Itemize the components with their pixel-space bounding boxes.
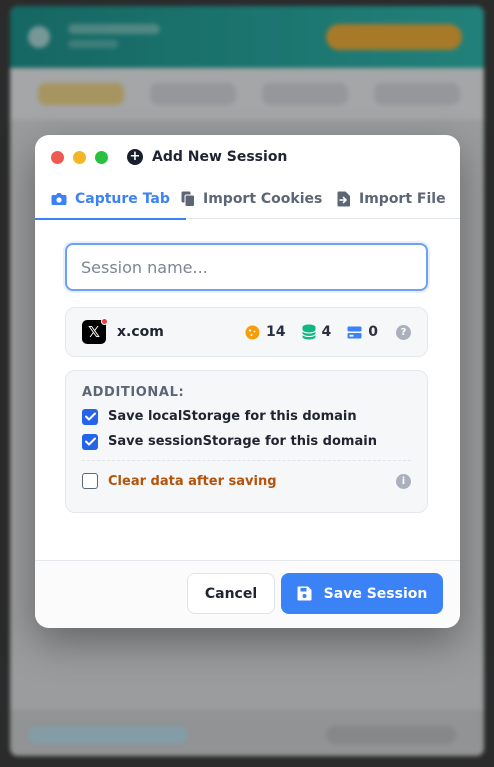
cookie-icon bbox=[245, 325, 260, 339]
server-icon bbox=[347, 326, 362, 338]
cancel-button[interactable]: Cancel bbox=[187, 573, 275, 614]
session-storage-stat: 0 bbox=[347, 324, 378, 340]
checkmark-icon bbox=[84, 412, 96, 421]
clear-data-option[interactable]: Clear data after saving i bbox=[82, 473, 411, 489]
file-import-icon bbox=[337, 191, 350, 207]
domain-name: x.com bbox=[117, 324, 164, 340]
add-session-modal: + Add New Session Capture Tab Import Coo… bbox=[35, 135, 460, 628]
clear-data-checkbox[interactable] bbox=[82, 473, 98, 489]
copy-icon bbox=[181, 191, 195, 207]
save-button-label: Save Session bbox=[323, 585, 428, 602]
modal-footer: Cancel Save Session bbox=[35, 560, 460, 628]
save-session-button[interactable]: Save Session bbox=[281, 573, 443, 614]
session-name-input[interactable] bbox=[65, 243, 428, 291]
cookies-count: 14 bbox=[266, 324, 286, 340]
modal-tabs: Capture Tab Import Cookies Import File bbox=[35, 179, 460, 220]
checkmark-icon bbox=[84, 437, 96, 446]
tab-label: Import File bbox=[359, 191, 446, 207]
additional-options: ADDITIONAL: Save localStorage for this d… bbox=[65, 370, 428, 513]
domain-card: 𝕏 x.com 14 4 0 ? bbox=[65, 307, 428, 357]
modal-body: 𝕏 x.com 14 4 0 ? ADDITIONAL: Save bbox=[35, 243, 460, 513]
tab-import-file[interactable]: Import File bbox=[337, 179, 446, 219]
notification-badge bbox=[101, 318, 108, 325]
plus-icon: + bbox=[127, 149, 143, 165]
close-window-dot[interactable] bbox=[51, 150, 64, 164]
session-storage-count: 0 bbox=[368, 324, 378, 340]
clear-data-label: Clear data after saving bbox=[108, 473, 277, 489]
info-icon[interactable]: i bbox=[396, 473, 411, 489]
save-localstorage-option[interactable]: Save localStorage for this domain bbox=[82, 408, 411, 425]
option-label: Save localStorage for this domain bbox=[108, 409, 357, 424]
local-storage-count: 4 bbox=[321, 324, 332, 340]
tab-import-cookies[interactable]: Import Cookies bbox=[181, 179, 322, 219]
local-storage-stat: 4 bbox=[301, 324, 332, 340]
localstorage-checkbox[interactable] bbox=[82, 408, 98, 425]
minimize-window-dot[interactable] bbox=[73, 150, 86, 164]
save-icon bbox=[297, 586, 312, 601]
cookies-stat: 14 bbox=[245, 324, 286, 340]
database-icon bbox=[301, 324, 316, 340]
save-sessionstorage-option[interactable]: Save sessionStorage for this domain bbox=[82, 433, 411, 450]
modal-title: Add New Session bbox=[152, 149, 288, 165]
camera-icon bbox=[51, 193, 67, 205]
tab-capture[interactable]: Capture Tab bbox=[35, 179, 186, 220]
option-label: Save sessionStorage for this domain bbox=[108, 434, 377, 449]
help-icon[interactable]: ? bbox=[396, 324, 411, 340]
modal-titlebar: + Add New Session bbox=[35, 135, 460, 179]
additional-title: ADDITIONAL: bbox=[82, 385, 185, 400]
tab-label: Import Cookies bbox=[203, 191, 323, 207]
tab-label: Capture Tab bbox=[75, 191, 170, 207]
divider bbox=[82, 460, 411, 461]
sessionstorage-checkbox[interactable] bbox=[82, 433, 98, 450]
maximize-window-dot[interactable] bbox=[95, 150, 108, 164]
x-logo-icon: 𝕏 bbox=[82, 318, 108, 344]
